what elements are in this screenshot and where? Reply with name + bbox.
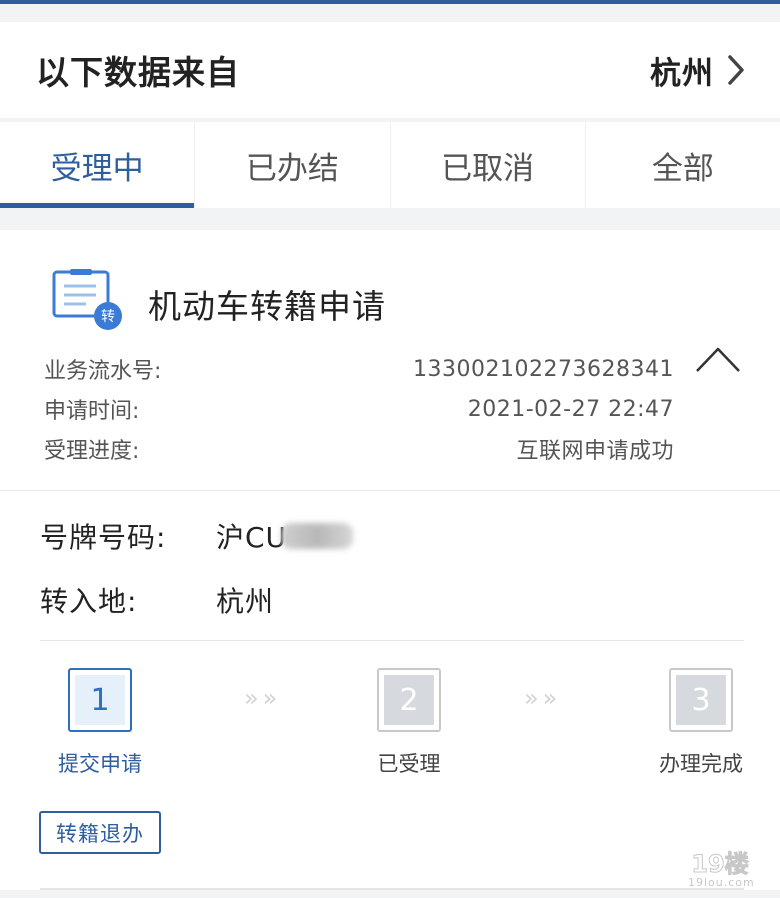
step-3-number: 3 xyxy=(676,675,726,725)
data-source-title: 以下数据来自 xyxy=(36,53,240,92)
plate-value: 沪CU xyxy=(216,521,288,554)
chevron-right-icon xyxy=(728,55,744,85)
serial-value: 133002102273628341 xyxy=(413,356,674,382)
document-transfer-icon: 转 xyxy=(52,269,122,330)
plate-label: 号牌号码: xyxy=(40,521,167,554)
time-label: 申请时间: xyxy=(44,399,140,424)
icon-badge-text: 转 xyxy=(101,309,115,325)
bottom-divider xyxy=(40,888,744,890)
step-3-box: 3 xyxy=(669,668,733,732)
steps-divider xyxy=(40,640,744,641)
status-tabs: 受理中 已办结 已取消 全部 xyxy=(0,122,780,208)
step-3: 3 xyxy=(669,668,733,732)
step-arrows-icon: »» xyxy=(524,684,562,712)
tab-cancelled[interactable]: 已取消 xyxy=(391,122,586,208)
application-card: 转 xyxy=(0,230,780,890)
watermark-text: 19lou.com xyxy=(688,876,755,889)
cancel-transfer-button[interactable]: 转籍退办 xyxy=(39,811,161,854)
progress-label: 受理进度: xyxy=(44,439,140,464)
step-2-box: 2 xyxy=(377,668,441,732)
destination-value: 杭州 xyxy=(216,585,275,618)
step-2: 2 xyxy=(377,668,441,732)
progress-value: 互联网申请成功 xyxy=(516,439,674,464)
step-1-number: 1 xyxy=(75,675,125,725)
city-selector[interactable]: 杭州 xyxy=(650,48,746,93)
step-1-label: 提交申请 xyxy=(58,752,142,776)
tab-in-progress[interactable]: 受理中 xyxy=(0,122,196,208)
destination-row: 转入地: 杭州 xyxy=(40,580,274,620)
step-1-box: 1 xyxy=(68,668,132,732)
application-title: 机动车转籍申请 xyxy=(148,287,386,326)
watermark-logo-text: 19楼 xyxy=(691,850,748,878)
chevron-up-icon[interactable] xyxy=(694,344,742,374)
info-row-progress: 受理进度: 互联网申请成功 xyxy=(44,434,674,464)
step-1: 1 xyxy=(68,668,132,732)
destination-label: 转入地: xyxy=(40,585,138,618)
city-name: 杭州 xyxy=(650,55,714,92)
section-divider xyxy=(0,490,780,491)
step-2-number: 2 xyxy=(384,675,434,725)
tab-all[interactable]: 全部 xyxy=(586,122,780,208)
step-arrows-icon: »» xyxy=(244,684,282,712)
serial-label: 业务流水号: xyxy=(44,359,162,384)
info-row-time: 申请时间: 2021-02-27 22:47 xyxy=(44,394,674,425)
data-source-bar[interactable]: 以下数据来自 杭州 xyxy=(0,22,780,118)
info-row-serial: 业务流水号: 133002102273628341 xyxy=(44,354,674,385)
step-3-label: 办理完成 xyxy=(659,752,743,776)
step-2-label: 已受理 xyxy=(377,752,441,776)
time-value: 2021-02-27 22:47 xyxy=(467,396,674,422)
plate-row: 号牌号码: 沪CU xyxy=(40,516,354,556)
plate-blur-mask xyxy=(281,523,354,549)
top-accent-bar xyxy=(0,0,780,4)
tab-completed[interactable]: 已办结 xyxy=(195,122,391,208)
